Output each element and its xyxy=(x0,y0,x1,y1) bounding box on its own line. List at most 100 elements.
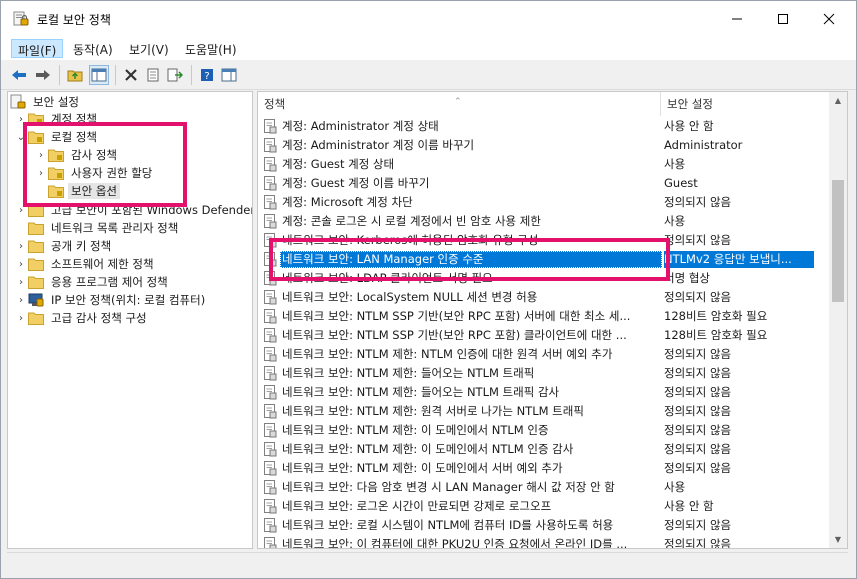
toolbar-separator xyxy=(115,65,116,85)
tree-item-label: 고급 보안이 포함된 Windows Defender 방화벽 xyxy=(51,203,253,217)
tree-item-account-policies[interactable]: › 계정 정책 xyxy=(14,110,100,128)
scroll-down-icon[interactable]: ▼ xyxy=(829,531,847,548)
forward-button[interactable] xyxy=(33,65,53,85)
tree-item-label: 고급 감사 정책 구성 xyxy=(51,311,147,325)
delete-button[interactable] xyxy=(121,65,141,85)
policy-value: 정의되지 않음 xyxy=(664,347,732,361)
chevron-right-icon[interactable]: › xyxy=(14,295,28,306)
folder-icon xyxy=(48,149,64,162)
policy-row[interactable]: 계정: Guest 계정 이름 바꾸기 Guest xyxy=(258,174,828,193)
policy-name: 계정: Administrator 계정 상태 xyxy=(282,119,439,133)
tree-item-software-restriction[interactable]: › 소프트웨어 제한 정책 xyxy=(14,255,157,273)
policy-value: 정의되지 않음 xyxy=(664,537,732,549)
maximize-icon xyxy=(778,14,788,24)
policy-row[interactable]: 네트워크 보안: NTLM SSP 기반(보안 RPC 포함) 서버에 대한 최… xyxy=(258,307,828,326)
policy-row[interactable]: 네트워크 보안: LocalSystem NULL 세션 변경 허용 정의되지 않… xyxy=(258,288,828,307)
policy-row[interactable]: 네트워크 보안: NTLM 제한: 이 도메인에서 서버 예외 추가 정의되지 않… xyxy=(258,459,828,478)
chevron-right-icon[interactable]: › xyxy=(34,150,48,161)
menu-view[interactable]: 보기(V) xyxy=(123,39,175,58)
policy-row[interactable]: 네트워크 보안: NTLM 제한: 들어오는 NTLM 트래픽 정의되지 않음 xyxy=(258,364,828,383)
column-header-policy[interactable]: 정책 ⌃ xyxy=(258,92,660,116)
policy-setting-icon xyxy=(264,119,277,134)
policy-setting-icon xyxy=(264,480,277,495)
chevron-right-icon[interactable]: › xyxy=(14,114,28,125)
policy-row[interactable]: 네트워크 보안: LDAP 클라이언트 서명 필요 서명 협상 xyxy=(258,269,828,288)
policy-row[interactable]: 계정: Administrator 계정 이름 바꾸기 Administrator xyxy=(258,136,828,155)
chevron-right-icon[interactable]: › xyxy=(14,259,28,270)
policy-value: 정의되지 않음 xyxy=(664,385,732,399)
policy-name: 네트워크 보안: NTLM 제한: 이 도메인에서 NTLM 인증 xyxy=(282,423,549,437)
policy-row[interactable]: 네트워크 보안: LAN Manager 인증 수준 NTLMv2 응답만 보냅니… xyxy=(258,250,828,269)
help-button[interactable]: ? xyxy=(197,65,217,85)
show-hide-console-tree-button[interactable] xyxy=(89,65,109,85)
tree-item-audit-policy[interactable]: › 감사 정책 xyxy=(34,146,120,164)
column-header-setting[interactable]: 보안 설정 xyxy=(661,92,829,116)
policy-setting-icon xyxy=(264,423,277,438)
sort-up-icon: ⌃ xyxy=(454,97,462,107)
toolbar: ? xyxy=(1,60,856,90)
chevron-right-icon[interactable]: › xyxy=(14,313,28,324)
title-bar[interactable]: 로컬 보안 정책 xyxy=(1,1,856,37)
policy-value: 128비트 암호화 필요 xyxy=(664,309,768,323)
chevron-right-icon[interactable]: › xyxy=(14,205,28,216)
policy-row[interactable]: 계정: Guest 계정 상태 사용 xyxy=(258,155,828,174)
tree-item-user-rights[interactable]: › 사용자 권한 할당 xyxy=(34,164,155,182)
chevron-down-icon[interactable]: ⌄ xyxy=(14,132,28,143)
menu-help[interactable]: 도움말(H) xyxy=(179,39,243,58)
tree-root[interactable]: 보안 설정 xyxy=(10,93,82,111)
maximize-button[interactable] xyxy=(760,1,806,37)
chevron-right-icon[interactable]: › xyxy=(14,277,28,288)
policy-name: 네트워크 보안: LAN Manager 인증 수준 xyxy=(280,251,662,268)
properties-button[interactable] xyxy=(143,65,163,85)
policy-setting-icon xyxy=(264,385,277,400)
show-action-pane-button[interactable] xyxy=(219,65,239,85)
up-one-level-button[interactable] xyxy=(65,65,85,85)
policy-row[interactable]: 계정: Microsoft 계정 차단 정의되지 않음 xyxy=(258,193,828,212)
close-icon xyxy=(823,13,835,25)
policy-setting-icon xyxy=(264,271,277,286)
tree-item-label: 로컬 정책 xyxy=(51,130,97,144)
policy-name: 네트워크 보안: LocalSystem NULL 세션 변경 허용 xyxy=(282,290,538,304)
policy-row[interactable]: 계정: Administrator 계정 상태 사용 안 함 xyxy=(258,117,828,136)
delete-icon xyxy=(125,69,137,81)
policy-row[interactable]: 네트워크 보안: 로그온 시간이 만료되면 강제로 로그오프 사용 안 함 xyxy=(258,497,828,516)
app-window: 로컬 보안 정책 파일(F) 동작(A) 보기(V) 도움말(H) ? 보안 설… xyxy=(0,0,857,579)
folder-icon xyxy=(28,204,44,217)
tree-item-public-key[interactable]: › 공개 키 정책 xyxy=(14,237,114,255)
close-button[interactable] xyxy=(806,1,852,37)
policy-row[interactable]: 네트워크 보안: 다음 암호 변경 시 LAN Manager 해시 값 저장 … xyxy=(258,478,828,497)
policy-value: 정의되지 않음 xyxy=(664,461,732,475)
tree-item-ip-security[interactable]: › IP 보안 정책(위치: 로컬 컴퓨터) xyxy=(14,291,208,309)
scroll-thumb[interactable] xyxy=(832,180,844,302)
tree-item-defender-firewall[interactable]: › 고급 보안이 포함된 Windows Defender 방화벽 xyxy=(14,201,253,219)
export-list-button[interactable] xyxy=(165,65,185,85)
policy-name: 네트워크 보안: NTLM SSP 기반(보안 RPC 포함) 클라이언트에 대… xyxy=(282,328,627,342)
policy-name: 네트워크 보안: NTLM 제한: 들어오는 NTLM 트래픽 감사 xyxy=(282,385,560,399)
tree-item-network-list[interactable]: 네트워크 목록 관리자 정책 xyxy=(14,219,181,237)
policy-row[interactable]: 네트워크 보안: 로컬 시스템이 NTLM에 컴퓨터 ID를 사용하도록 허용 정… xyxy=(258,516,828,535)
policy-row[interactable]: 네트워크 보안: NTLM 제한: NTLM 인증에 대한 원격 서버 예외 추… xyxy=(258,345,828,364)
vertical-scrollbar[interactable]: ▲ ▼ xyxy=(829,92,847,548)
policy-row[interactable]: 네트워크 보안: NTLM 제한: 이 도메인에서 NTLM 인증 감사 정의되지… xyxy=(258,440,828,459)
scroll-up-icon[interactable]: ▲ xyxy=(829,92,847,109)
tree-item-advanced-audit[interactable]: › 고급 감사 정책 구성 xyxy=(14,309,150,327)
policy-name: 네트워크 보안: 다음 암호 변경 시 LAN Manager 해시 값 저장 … xyxy=(282,480,615,494)
policy-row[interactable]: 계정: 콘솔 로그온 시 로컬 계정에서 빈 암호 사용 제한 사용 xyxy=(258,212,828,231)
chevron-right-icon[interactable]: › xyxy=(34,168,48,179)
policy-setting-icon xyxy=(264,138,277,153)
policy-row[interactable]: 네트워크 보안: NTLM 제한: 원격 서버로 나가는 NTLM 트래픽 정의되… xyxy=(258,402,828,421)
policy-setting-icon xyxy=(264,290,277,305)
chevron-right-icon[interactable]: › xyxy=(14,241,28,252)
back-button[interactable] xyxy=(9,65,29,85)
policy-row[interactable]: 네트워크 보안: NTLM 제한: 이 도메인에서 NTLM 인증 정의되지 않음 xyxy=(258,421,828,440)
tree-item-security-options[interactable]: 보안 옵션 xyxy=(34,182,120,200)
tree-item-app-control[interactable]: › 응용 프로그램 제어 정책 xyxy=(14,273,171,291)
policy-row[interactable]: 네트워크 보안: 이 컴퓨터에 대한 PKU2U 인증 요청에서 온라인 ID를… xyxy=(258,535,828,549)
menu-action[interactable]: 동작(A) xyxy=(67,39,119,58)
policy-row[interactable]: 네트워크 보안: NTLM SSP 기반(보안 RPC 포함) 클라이언트에 대… xyxy=(258,326,828,345)
policy-row[interactable]: 네트워크 보안: NTLM 제한: 들어오는 NTLM 트래픽 감사 정의되지 않… xyxy=(258,383,828,402)
tree-item-local-policies[interactable]: ⌄ 로컬 정책 xyxy=(14,128,100,146)
menu-file[interactable]: 파일(F) xyxy=(11,39,64,58)
minimize-button[interactable] xyxy=(714,1,760,37)
policy-row[interactable]: 네트워크 보안: Kerberos에 허용된 암호화 유형 구성 정의되지 않음 xyxy=(258,231,828,250)
